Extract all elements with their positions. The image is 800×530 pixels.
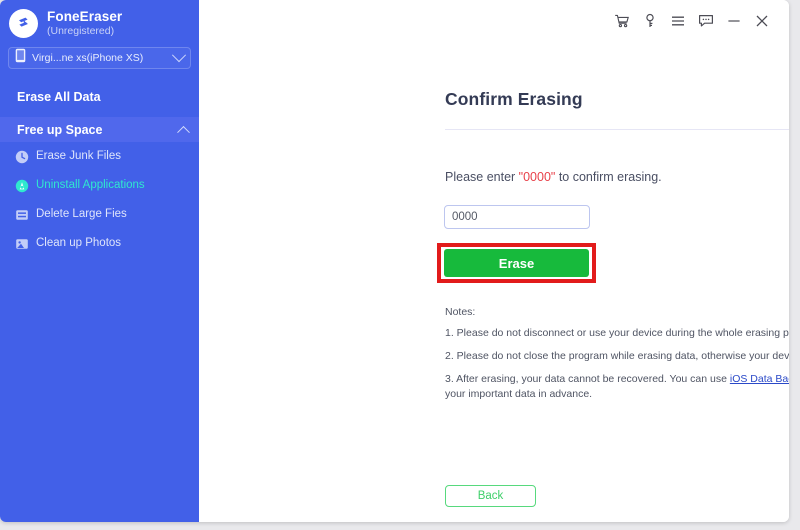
sidebar-item-label: Delete Large Fies xyxy=(36,207,127,220)
sidebar-item-delete-large-files[interactable]: Delete Large Fies xyxy=(0,200,199,229)
brand: FoneEraser (Unregistered) xyxy=(0,0,199,38)
menu-icon[interactable] xyxy=(665,8,691,34)
foneeraser-logo-icon xyxy=(9,9,38,38)
sidebar-item-clean-up-photos[interactable]: Clean up Photos xyxy=(0,229,199,258)
phone-icon xyxy=(15,48,26,68)
brand-text: FoneEraser (Unregistered) xyxy=(47,9,123,37)
sidebar-item-label: Uninstall Applications xyxy=(36,178,145,191)
sidebar-item-uninstall-applications[interactable]: Uninstall Applications xyxy=(0,171,199,200)
list-icon xyxy=(15,208,29,222)
sidebar-group-free-up-space[interactable]: Free up Space xyxy=(0,117,199,142)
notes-title: Notes: xyxy=(445,306,476,318)
chat-icon[interactable] xyxy=(693,8,719,34)
device-name: Virgi...ne xs(iPhone XS) xyxy=(32,52,144,64)
notes-section: Notes: 1. Please do not disconnect or us… xyxy=(445,306,789,410)
titlebar xyxy=(607,0,789,42)
minimize-icon[interactable] xyxy=(721,8,747,34)
app-registration: (Unregistered) xyxy=(47,24,115,37)
clock-icon xyxy=(15,150,29,164)
device-selector[interactable]: Virgi...ne xs(iPhone XS) xyxy=(8,47,191,69)
note-item: 2. Please do not close the program while… xyxy=(445,350,789,363)
confirm-prompt: Please enter "0000" to confirm erasing. xyxy=(445,170,662,184)
sidebar-item-erase-junk-files[interactable]: Erase Junk Files xyxy=(0,142,199,171)
note3-prefix: 3. After erasing, your data cannot be re… xyxy=(445,373,730,386)
note-item: 1. Please do not disconnect or use your … xyxy=(445,327,789,339)
sidebar-item-label: Erase Junk Files xyxy=(36,149,122,162)
app-name: FoneEraser xyxy=(47,9,123,25)
prompt-suffix: to confirm erasing. xyxy=(555,170,662,184)
back-button[interactable]: Back xyxy=(445,485,536,507)
main-content: Confirm Erasing Please enter "0000" to c… xyxy=(199,0,789,522)
sidebar-item-label: Clean up Photos xyxy=(36,236,122,249)
apps-icon xyxy=(15,179,29,193)
confirmation-code-input[interactable] xyxy=(444,205,590,229)
close-icon[interactable] xyxy=(749,8,775,34)
photo-icon xyxy=(15,237,29,251)
sidebar-item-label: Erase All Data xyxy=(17,90,101,104)
chevron-up-icon xyxy=(177,125,190,139)
chevron-down-icon xyxy=(171,48,187,63)
note-item: 3. After erasing, your data cannot be re… xyxy=(445,372,789,400)
sidebar-group-label: Free up Space xyxy=(17,122,103,137)
cart-icon[interactable] xyxy=(609,8,635,34)
sidebar-item-erase-all-data[interactable]: Erase All Data xyxy=(0,85,199,109)
key-icon[interactable] xyxy=(637,8,663,34)
title-divider xyxy=(445,129,789,130)
prompt-prefix: Please enter xyxy=(445,170,519,184)
page-title: Confirm Erasing xyxy=(445,89,583,109)
sidebar: FoneEraser (Unregistered) Virgi...ne xs(… xyxy=(0,0,199,522)
ios-data-backup-restore-link[interactable]: iOS Data Backup & Restore xyxy=(730,373,789,385)
erase-button[interactable]: Erase xyxy=(444,249,589,277)
prompt-code: "0000" xyxy=(518,170,556,184)
app-window: FoneEraser (Unregistered) Virgi...ne xs(… xyxy=(0,0,789,522)
